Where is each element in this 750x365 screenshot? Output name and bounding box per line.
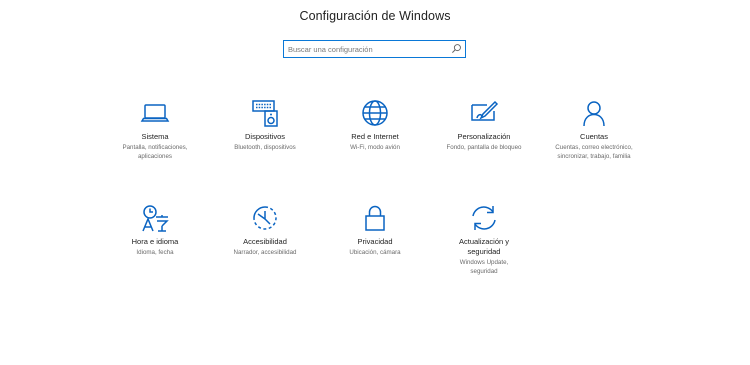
search-icon[interactable] <box>451 43 462 54</box>
tile-desc: Pantalla, notificaciones, aplicaciones <box>122 144 188 160</box>
devices-icon <box>252 100 278 127</box>
tile-name: Actualización y seguridad <box>458 237 510 256</box>
tile-desc: Narrador, accesibilidad <box>233 249 297 256</box>
sync-icon <box>472 206 496 230</box>
accessibility-icon <box>253 206 277 230</box>
tile-name: Sistema <box>141 132 169 141</box>
tile-personalizacion[interactable]: Personalización Fondo, pantalla de bloqu… <box>429 99 539 152</box>
tile-name: Red e Internet <box>351 132 399 141</box>
tile-name: Accesibilidad <box>243 237 287 246</box>
tile-desc: Ubicación, cámara <box>349 249 401 256</box>
tile-red-internet[interactable]: Red e Internet Wi-Fi, modo avión <box>320 99 430 152</box>
globe-icon <box>362 100 388 126</box>
search-input[interactable] <box>288 42 448 56</box>
person-icon <box>583 101 605 127</box>
tile-accesibilidad[interactable]: Accesibilidad Narrador, accesibilidad <box>210 204 320 257</box>
tile-name: Personalización <box>457 132 511 141</box>
tile-desc: Windows Update, seguridad <box>459 259 509 275</box>
tile-name: Dispositivos <box>244 132 285 141</box>
tile-desc: Wi-Fi, modo avión <box>350 144 400 151</box>
tile-desc: Bluetooth, dispositivos <box>234 144 296 151</box>
tile-name: Privacidad <box>357 237 393 246</box>
tile-cuentas[interactable]: Cuentas Cuentas, correo electrónico, sin… <box>539 99 649 161</box>
tile-name: Cuentas <box>580 132 608 141</box>
tile-desc: Cuentas, correo electrónico, sincronizar… <box>555 144 633 160</box>
tile-actualizacion-seguridad[interactable]: Actualización y seguridad Windows Update… <box>429 204 539 276</box>
page-title: Configuración de Windows <box>299 9 451 23</box>
tile-hora-idioma[interactable]: Hora e idioma Idioma, fecha <box>100 204 210 257</box>
paint-icon <box>471 100 499 121</box>
tile-desc: Fondo, pantalla de bloqueo <box>446 144 522 151</box>
tile-name: Hora e idioma <box>131 237 179 246</box>
laptop-icon <box>140 104 170 122</box>
tile-dispositivos[interactable]: Dispositivos Bluetooth, dispositivos <box>210 99 320 152</box>
search-box[interactable] <box>283 40 466 58</box>
tile-sistema[interactable]: Sistema Pantalla, notificaciones, aplica… <box>100 99 210 161</box>
time-language-icon <box>142 205 169 232</box>
lock-icon <box>365 205 385 231</box>
tile-desc: Idioma, fecha <box>136 249 174 256</box>
tile-privacidad[interactable]: Privacidad Ubicación, cámara <box>320 204 430 257</box>
